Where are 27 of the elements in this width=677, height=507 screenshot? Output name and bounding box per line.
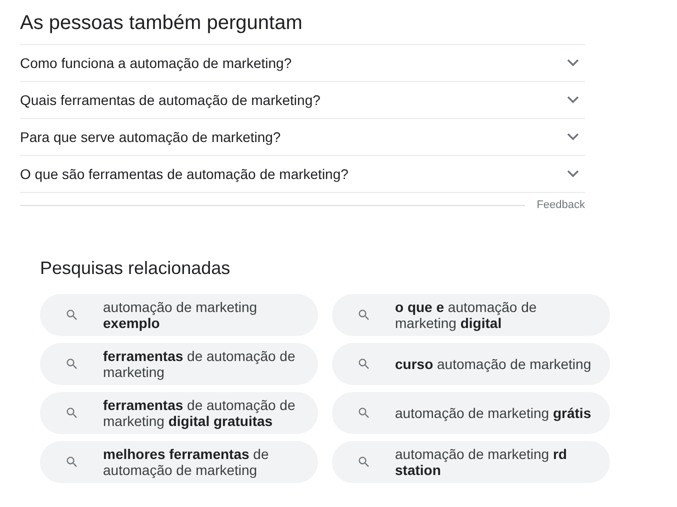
search-icon — [357, 406, 371, 420]
related-search-chip[interactable]: automação de marketing grátis — [332, 392, 610, 434]
related-search-chip[interactable]: automação de marketing exemplo — [40, 294, 318, 336]
related-search-chip[interactable]: ferramentas de automação de marketing digital gratuitas — [40, 392, 318, 434]
search-icon — [65, 454, 79, 468]
search-icon — [357, 308, 371, 322]
search-icon — [357, 454, 371, 468]
related-search-chip[interactable]: melhores ferramentas de automação de marketing — [40, 440, 318, 482]
related-search-chip[interactable]: automação de marketing rd station — [332, 440, 610, 482]
related-search-chip[interactable]: o que e automação de marketing digital — [332, 294, 610, 336]
feedback-link[interactable]: Feedback — [536, 197, 585, 214]
question-row[interactable]: O que são ferramentas de automação de marketing? — [20, 156, 585, 193]
chevron-icon — [567, 96, 579, 104]
chevron-icon — [567, 59, 579, 67]
related-search-chip[interactable]: curso automação de marketing — [332, 342, 610, 384]
section-title: Pesquisas relacionadas — [40, 256, 230, 280]
question-row[interactable]: Para que serve automação de marketing? — [20, 119, 585, 156]
search-icon — [357, 356, 371, 370]
search-icon — [65, 356, 79, 370]
chevron-icon — [567, 170, 579, 178]
search-icon — [65, 308, 79, 322]
chevron-icon — [567, 133, 579, 141]
related-search-chip[interactable]: ferramentas de automação de marketing — [40, 342, 318, 384]
question-row[interactable]: Como funciona a automação de marketing? — [20, 45, 585, 82]
search-icon — [65, 406, 79, 420]
question-row[interactable]: Quais ferramentas de automação de marketing? — [20, 82, 585, 119]
section-title: As pessoas também perguntam — [20, 11, 302, 36]
